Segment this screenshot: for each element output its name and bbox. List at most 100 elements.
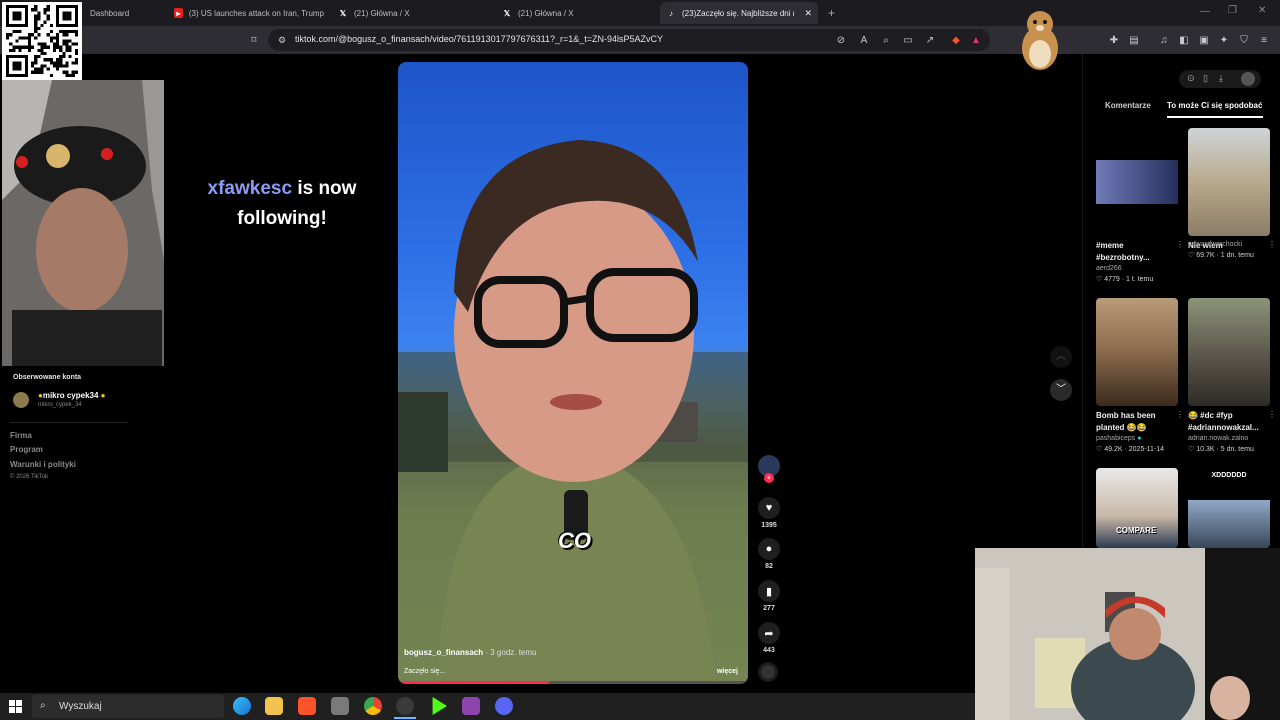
- thumbnail-image: [1188, 500, 1270, 548]
- follow-alert-line-1: xfawkesc is now: [190, 174, 374, 204]
- browser-tab-bar: Dashboard ▸ (3) US launches attack on Ir…: [0, 0, 1280, 26]
- card-title-line: Bomb has been: [1096, 411, 1156, 420]
- tab-x-home-1[interactable]: 𝕏 (21) Główna / X: [332, 2, 492, 24]
- tab-youtube[interactable]: ▸ (3) US launches attack on Iran, Trump: [168, 2, 324, 24]
- video-author[interactable]: bogusz_o_finansach: [404, 648, 483, 657]
- avatar[interactable]: [13, 392, 29, 408]
- app-icon[interactable]: [331, 697, 349, 715]
- previous-video-icon[interactable]: ︿: [1050, 346, 1072, 368]
- video-thumbnail: [1188, 128, 1270, 236]
- new-tab-icon[interactable]: +: [828, 6, 835, 20]
- translate-icon[interactable]: A: [856, 32, 872, 48]
- brave-rewards-icon[interactable]: ▲: [968, 32, 984, 48]
- video-card[interactable]: Bomb has been planted 😂😂 pashabiceps ● ♡…: [1096, 298, 1184, 453]
- settings-icon[interactable]: ⊙: [1187, 73, 1195, 84]
- link-terms[interactable]: Warunki i polityki: [10, 460, 76, 469]
- more-options-icon[interactable]: ⋮: [1268, 240, 1276, 249]
- close-tab-icon[interactable]: ✕: [804, 8, 812, 19]
- music-icon[interactable]: ♫: [1156, 32, 1172, 48]
- tab-x-home-2[interactable]: 𝕏 (21) Główna / X: [496, 2, 656, 24]
- save-count: 277: [763, 605, 775, 612]
- url-field[interactable]: ⚙ tiktok.com/@bogusz_o_finansach/video/7…: [268, 29, 990, 51]
- file-explorer-icon[interactable]: [265, 697, 283, 715]
- brave-shield-icon[interactable]: ◆: [948, 32, 964, 48]
- heart-outline-icon: ♡: [1188, 252, 1197, 259]
- follow-alert-text: is now: [297, 178, 357, 199]
- tab-recommended[interactable]: To może Ci się spodobać: [1167, 101, 1262, 110]
- video-card[interactable]: XDDDDDD: [1188, 468, 1270, 548]
- leo-icon[interactable]: ✦: [1216, 32, 1232, 48]
- card-meta: ♡ 49.2K · 2025-11-14: [1096, 446, 1165, 453]
- more-button[interactable]: więcej: [717, 668, 738, 675]
- card-likes: 69.7K: [1196, 252, 1215, 259]
- zoom-icon[interactable]: ⌕: [878, 32, 894, 48]
- video-card[interactable]: #meme #bezrobotny... aerd266 ♡ 4779 · 1 …: [1096, 128, 1184, 283]
- video-card[interactable]: 😂 #dc #fyp #adriannowakzal... adrian.now…: [1188, 298, 1276, 453]
- windows-taskbar: ⌕ Wyszukaj: [0, 693, 975, 720]
- heart-icon: ♥: [758, 497, 780, 519]
- more-options-icon[interactable]: ⋮: [1176, 410, 1184, 419]
- windows-start-icon[interactable]: [9, 700, 22, 713]
- streamer-webcam-left: [2, 80, 164, 366]
- app-icon-2[interactable]: [462, 697, 480, 715]
- follow-alert-line-2: following!: [237, 208, 327, 229]
- link-program[interactable]: Program: [10, 445, 43, 454]
- avatar[interactable]: [1241, 72, 1255, 86]
- author-avatar-button[interactable]: +: [758, 455, 780, 483]
- share-icon[interactable]: ↗: [922, 32, 938, 48]
- vpn-icon[interactable]: ⛉: [1236, 32, 1252, 48]
- tab-tiktok-active[interactable]: ♪ (23)Zaczęło się. Najbliższe dni m ✕: [660, 2, 818, 24]
- tab-label: (21) Główna / X: [354, 8, 410, 18]
- tab-comments[interactable]: Komentarze: [1105, 101, 1151, 110]
- bookmark-icon[interactable]: ⌑: [246, 32, 262, 48]
- save-button[interactable]: ▮ 277: [758, 580, 780, 612]
- card-author[interactable]: edwardwarchocki: [1188, 241, 1270, 248]
- kick-icon[interactable]: [432, 697, 447, 715]
- card-meta: ♡ 4779 · 1 t. temu: [1096, 276, 1154, 283]
- chrome-icon[interactable]: [364, 697, 382, 715]
- phone-icon[interactable]: ▯: [1203, 73, 1208, 84]
- video-card[interactable]: COMPARE: [1096, 468, 1178, 548]
- minimize-icon[interactable]: —: [1200, 6, 1210, 17]
- card-meta: ♡ 10.3K · 5 dn. temu: [1188, 446, 1254, 453]
- comment-button[interactable]: ● 82: [758, 538, 780, 570]
- close-window-icon[interactable]: ✕: [1258, 5, 1266, 16]
- card-meta: ♡ 69.7K · 1 dn. temu: [1188, 252, 1254, 259]
- card-author[interactable]: adrian.nowak.zalno: [1188, 435, 1270, 442]
- discord-icon[interactable]: [495, 697, 513, 715]
- taskbar-search[interactable]: ⌕ Wyszukaj: [32, 695, 224, 718]
- obs-icon[interactable]: [396, 697, 414, 715]
- maximize-icon[interactable]: ❐: [1228, 5, 1237, 16]
- video-card[interactable]: Nie wiem edwardwarchocki ♡ 69.7K · 1 dn.…: [1188, 128, 1276, 259]
- follow-plus-icon[interactable]: +: [764, 473, 774, 483]
- menu-icon[interactable]: ≡: [1256, 32, 1272, 48]
- more-options-icon[interactable]: ⋮: [1268, 410, 1276, 419]
- comment-count: 82: [765, 563, 773, 570]
- sound-disc-button[interactable]: [758, 662, 780, 682]
- more-options-icon[interactable]: ⋮: [1176, 240, 1184, 249]
- x-icon: 𝕏: [339, 8, 347, 18]
- no-tracking-icon[interactable]: ⊘: [833, 32, 849, 48]
- sidebar-icon[interactable]: ◧: [1176, 32, 1192, 48]
- cast-icon[interactable]: ▭: [900, 32, 916, 48]
- extensions-icon[interactable]: ✚: [1106, 32, 1122, 48]
- card-author[interactable]: aerd266: [1096, 265, 1178, 272]
- wallet-icon[interactable]: ▣: [1196, 32, 1212, 48]
- thumbnail-image: [1096, 160, 1178, 204]
- card-author[interactable]: pashabiceps: [1096, 435, 1135, 442]
- video-player[interactable]: CO bogusz_o_finansach · 3 godz. temu Zac…: [398, 62, 748, 684]
- share-button[interactable]: ➦ 443: [758, 622, 780, 654]
- followed-name-text: mikro cypek34: [42, 391, 99, 400]
- download-icon[interactable]: ⤓: [1219, 73, 1223, 84]
- reader-icon[interactable]: ▤: [1126, 32, 1142, 48]
- next-video-icon[interactable]: ﹀: [1050, 379, 1072, 401]
- site-settings-icon[interactable]: ⚙: [274, 32, 290, 48]
- like-button[interactable]: ♥ 1395: [758, 497, 780, 529]
- following-header: Obserwowane konta: [13, 374, 82, 381]
- card-age: 1 dn. temu: [1220, 252, 1254, 259]
- brave-icon[interactable]: [298, 697, 316, 715]
- edge-icon[interactable]: [233, 697, 251, 715]
- share-arrow-icon: ➦: [758, 622, 780, 644]
- link-firma[interactable]: Firma: [10, 431, 32, 440]
- followed-account-name[interactable]: ●mikro cypek34 ●: [38, 391, 106, 400]
